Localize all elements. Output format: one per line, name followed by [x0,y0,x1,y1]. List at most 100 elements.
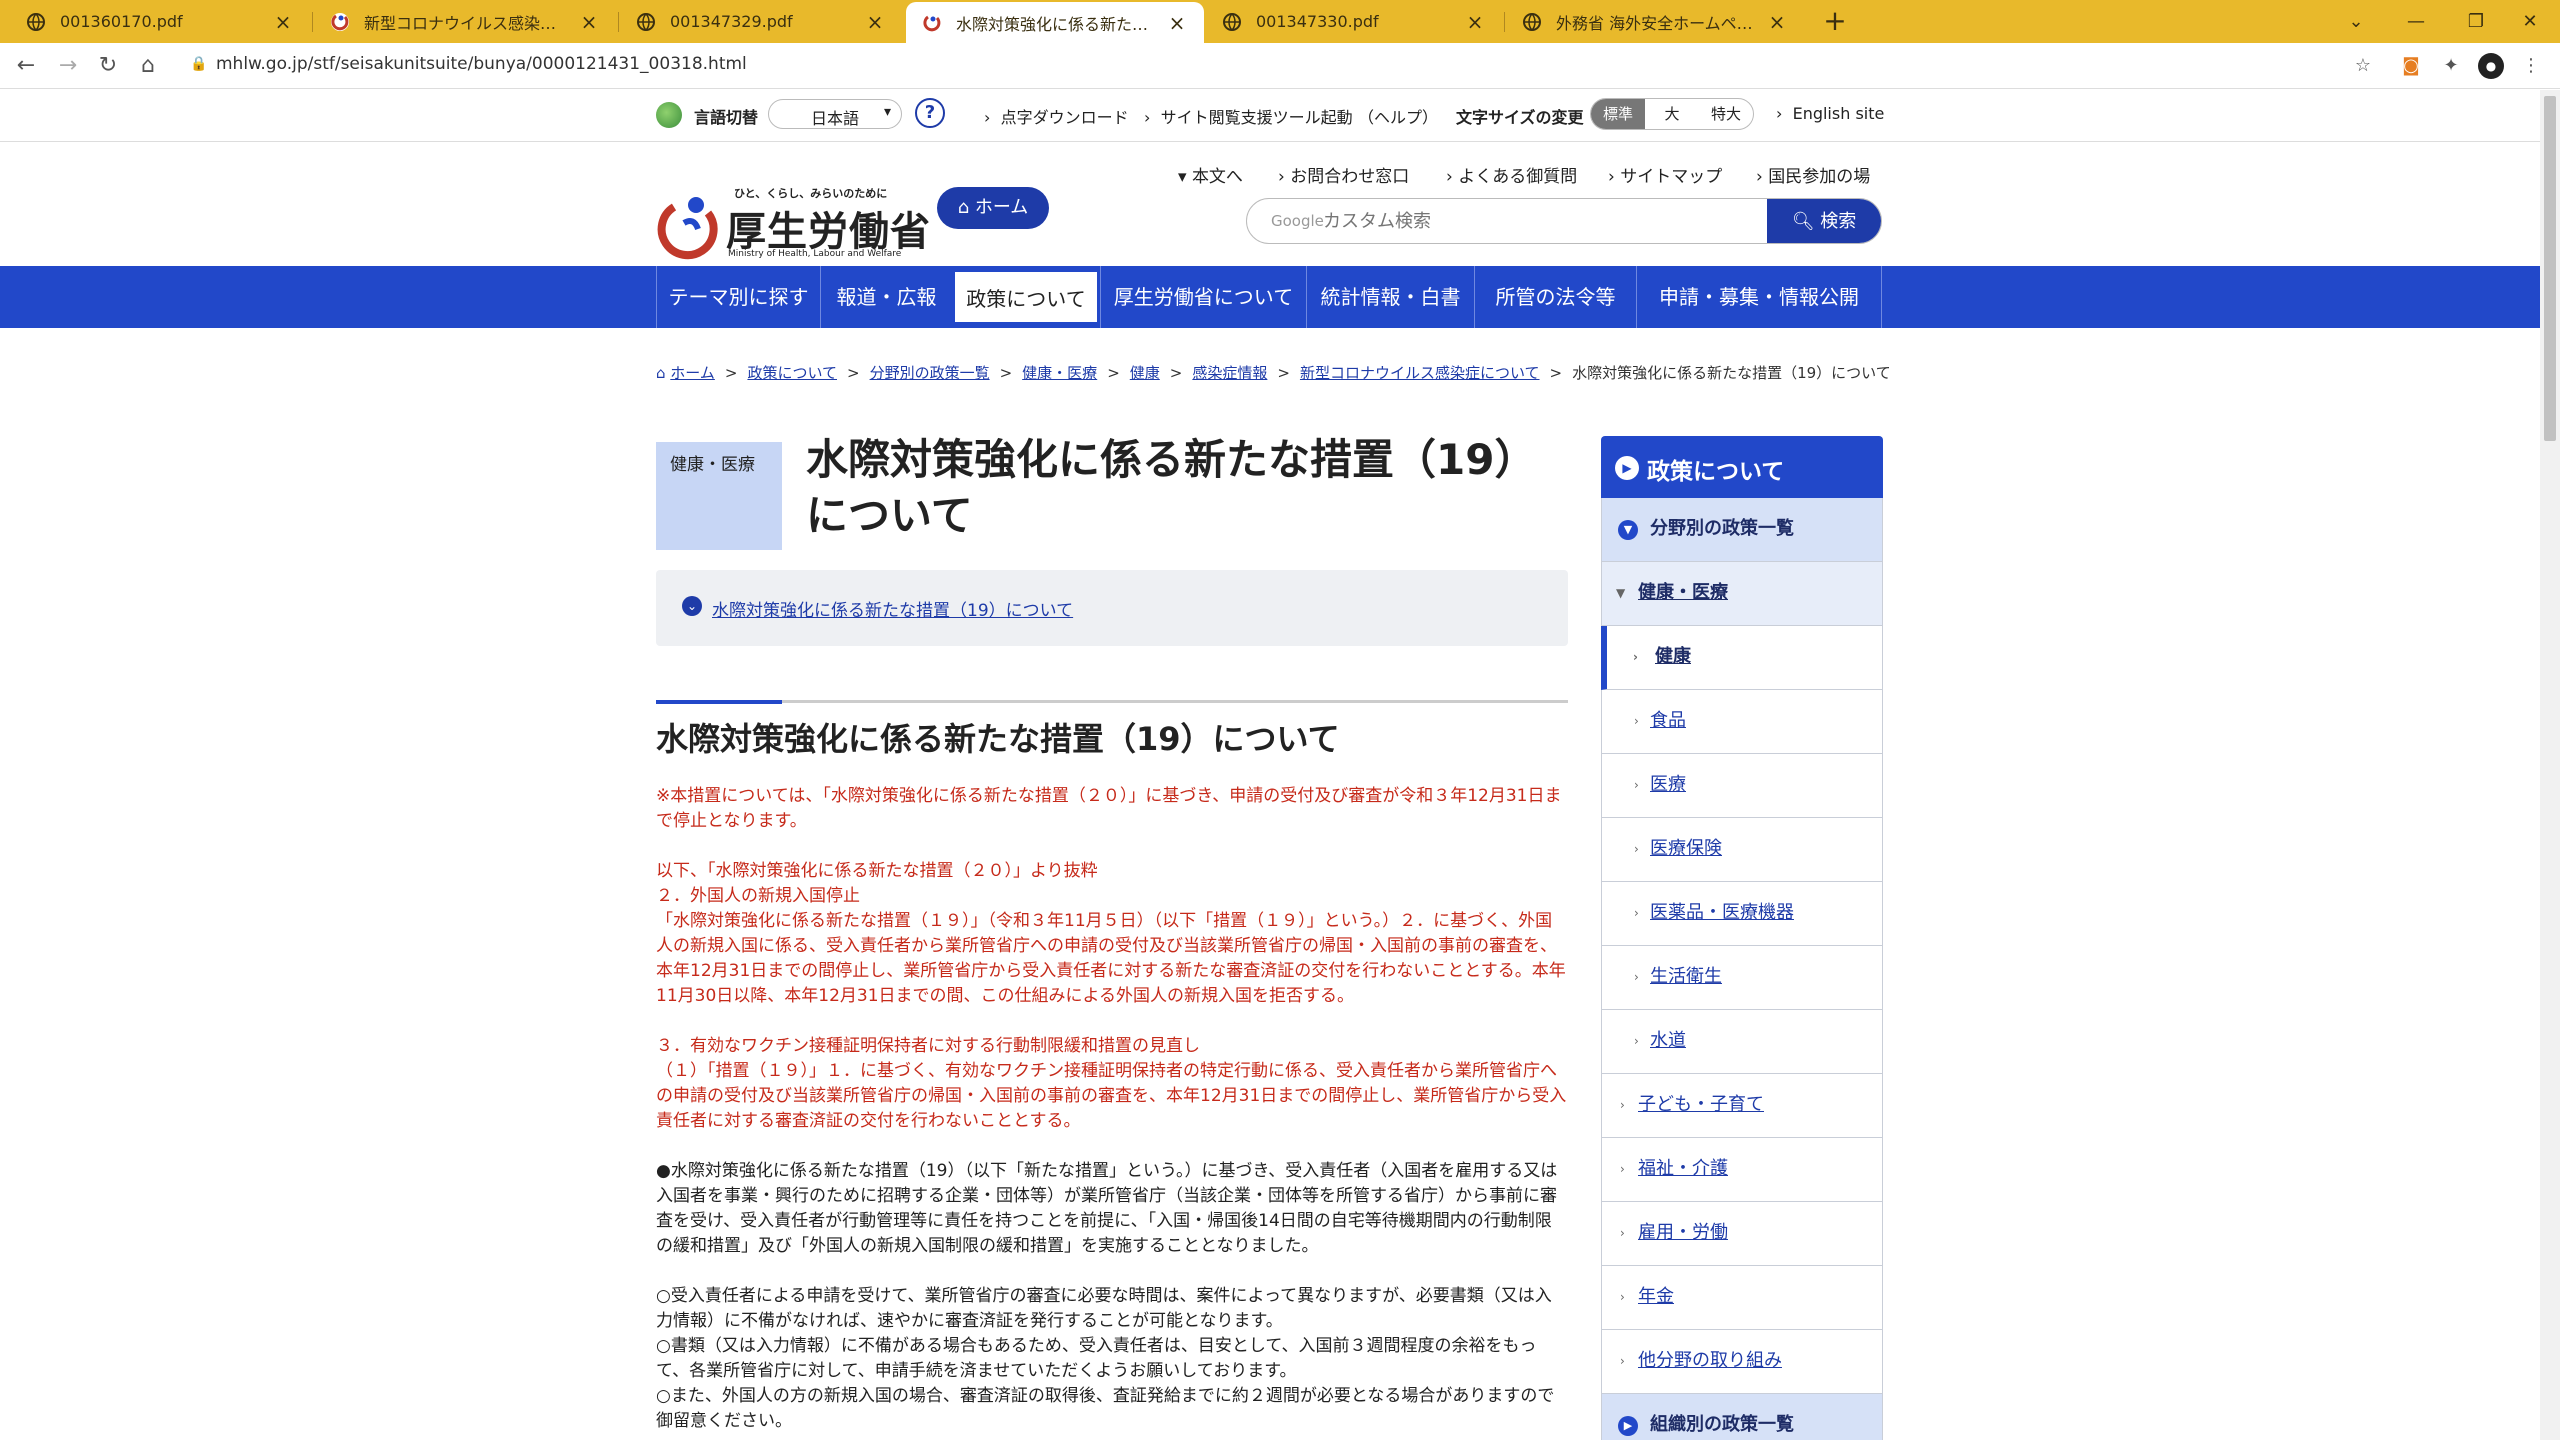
close-window-icon[interactable]: ✕ [2500,0,2560,43]
close-icon[interactable]: × [1166,11,1188,35]
close-icon[interactable]: × [1464,10,1486,34]
gnav-laws[interactable]: 所管の法令等 [1474,266,1636,328]
search-button[interactable]: 🔍︎ 検索 [1767,199,1881,243]
breadcrumb-covid[interactable]: 新型コロナウイルス感染症について [1300,364,1540,382]
red-excerpt-text: （１）「措置（１９）」１．に基づく、有効なワクチン接種証明保持者の特定行動に係る… [656,1061,1567,1131]
extensions-icon[interactable]: ✦ [2438,53,2464,79]
breadcrumb-field-list[interactable]: 分野別の政策一覧 [870,364,990,382]
language-select[interactable]: 日本語 [768,99,902,129]
tab-search-chevron-icon[interactable]: ⌄ [2326,0,2386,43]
reading-tool-label: サイト閲覧支援ツール起動 [1160,108,1353,127]
side-item-food[interactable]: › 食品 [1601,690,1883,754]
close-icon[interactable]: × [272,10,294,34]
font-size-xlarge[interactable]: 特大 [1699,99,1753,129]
side-item-employment[interactable]: › 雇用・労働 [1601,1202,1883,1266]
chevron-right-icon: › [1634,842,1639,856]
close-icon[interactable]: × [864,10,886,34]
util-link-main[interactable]: ▾ 本文へ [1178,162,1243,187]
home-button-label: ホーム [974,197,1029,218]
util-link-sitemap[interactable]: › サイトマップ [1608,162,1722,187]
bookmark-star-icon[interactable]: ☆ [2350,53,2376,79]
reading-tool-link[interactable]: › サイト閲覧支援ツール起動 [1144,104,1353,128]
table-of-contents: ⌄ 水際対策強化に係る新たな措置（19）について [656,570,1568,646]
new-tab-icon[interactable]: + [1818,4,1852,38]
browser-tab[interactable]: 外務省 海外安全ホームページ × [1506,0,1804,43]
util-link-contact[interactable]: › お問合わせ窓口 [1278,162,1409,187]
breadcrumb-health[interactable]: 健康 [1130,364,1160,382]
help-question-icon[interactable]: ? [915,98,945,128]
side-item-drugs-devices[interactable]: › 医薬品・医療機器 [1601,882,1883,946]
font-size-standard[interactable]: 標準 [1591,99,1645,129]
side-item-health[interactable]: › 健康 [1601,626,1883,690]
gnav-applications[interactable]: 申請・募集・情報公開 [1636,266,1882,328]
side-item-medical[interactable]: › 医療 [1601,754,1883,818]
forward-icon[interactable]: → [54,52,82,80]
avatar[interactable]: ● [2478,53,2504,79]
mhlw-logo[interactable]: ひと、くらし、みらいのために 厚生労働省 Ministry of Health,… [656,185,930,265]
arrow-right-circle-icon: ▶ [1618,1416,1638,1436]
breadcrumb-home[interactable]: ホーム [670,364,715,382]
side-item-label: 医薬品・医療機器 [1650,902,1794,923]
breadcrumb: ⌂ ホーム > 政策について > 分野別の政策一覧 > 健康・医療 > 健康 > 感染症情報 > 新型コ… [656,364,1891,382]
home-icon[interactable]: ⌂ [134,52,162,80]
util-link-label: サイトマップ [1620,167,1723,187]
side-item-org-list[interactable]: ▶ 組織別の政策一覧 [1601,1394,1883,1440]
gnav-theme[interactable]: テーマ別に探す [656,266,820,328]
side-item-label: 健康 [1655,646,1691,667]
rss-icon[interactable]: ◙ [2398,53,2424,79]
util-link-label: お問合わせ窓口 [1290,167,1410,187]
gnav-press[interactable]: 報道・広報 [820,266,952,328]
side-item-pension[interactable]: › 年金 [1601,1266,1883,1330]
braille-download-link[interactable]: › 点字ダウンロード [984,104,1129,128]
reload-icon[interactable]: ↻ [94,52,122,80]
search-input[interactable] [1323,207,1743,235]
breadcrumb-policy[interactable]: 政策について [747,364,837,382]
gnav-about[interactable]: 厚生労働省について [1100,266,1306,328]
side-item-sanitation[interactable]: › 生活衛生 [1601,946,1883,1010]
home-icon: ⌂ [656,364,671,382]
side-item-other[interactable]: › 他分野の取り組み [1601,1330,1883,1394]
gnav-policy[interactable]: 政策について [953,270,1099,324]
globe-icon [26,12,46,32]
side-nav-heading[interactable]: ▶ 政策について [1601,436,1883,498]
scrollbar-thumb[interactable] [2544,96,2556,441]
chevron-right-icon: › [1620,1354,1625,1368]
util-link-faq[interactable]: › よくある御質問 [1446,162,1577,187]
util-link-participation[interactable]: › 国民参加の場 [1756,162,1870,187]
browser-tab[interactable]: 001347329.pdf × [620,0,902,43]
url-field[interactable]: mhlw.go.jp/stf/seisakunitsuite/bunya/000… [216,54,747,74]
back-icon[interactable]: ← [12,52,40,80]
side-item-health-medical[interactable]: ▼ 健康・医療 [1601,562,1883,626]
browser-tab[interactable]: 新型コロナウイルス感染症の拡大防止 × [314,0,616,43]
tab-title: 001347329.pdf [670,12,793,31]
side-item-children[interactable]: › 子ども・子育て [1601,1074,1883,1138]
side-item-water[interactable]: › 水道 [1601,1010,1883,1074]
side-item-insurance[interactable]: › 医療保険 [1601,818,1883,882]
browser-tab-active[interactable]: 水際対策強化に係る新たな措置（ × [906,2,1204,43]
close-icon[interactable]: × [578,10,600,34]
side-item-label: 他分野の取り組み [1638,1350,1782,1371]
menu-kebab-icon[interactable]: ⋮ [2518,53,2544,79]
side-item-field-list[interactable]: ▼ 分野別の政策一覧 [1601,498,1883,562]
side-item-label: 医療 [1650,774,1686,795]
breadcrumb-health-medical[interactable]: 健康・医療 [1022,364,1097,382]
red-excerpt-heading: ２．外国人の新規入国停止 [656,886,860,906]
english-site-link[interactable]: › English site [1776,104,1884,123]
toc-link[interactable]: 水際対策強化に係る新たな措置（19）について [712,596,1073,621]
search-icon: 🔍︎ [1791,211,1821,232]
section-divider [656,700,1568,704]
body-paragraph: ○受入責任者による申請を受けて、業所管省庁の審査に必要な時間は、案件によって異な… [656,1286,1552,1331]
breadcrumb-current: 水際対策強化に係る新たな措置（19）について [1572,364,1891,382]
breadcrumb-infection[interactable]: 感染症情報 [1192,364,1267,382]
browser-tab[interactable]: 001347330.pdf × [1206,0,1502,43]
restore-icon[interactable]: ❐ [2446,0,2506,43]
side-item-welfare[interactable]: › 福祉・介護 [1601,1138,1883,1202]
browser-tab[interactable]: 001360170.pdf × [10,0,310,43]
lock-icon[interactable]: 🔒 [190,56,207,72]
gnav-stats[interactable]: 統計情報・白書 [1306,266,1474,328]
minimize-icon[interactable]: — [2386,0,2446,43]
help-link[interactable]: （ヘルプ） [1358,104,1438,128]
font-size-large[interactable]: 大 [1645,99,1699,129]
close-icon[interactable]: × [1766,10,1788,34]
home-button[interactable]: ⌂ ホーム [937,187,1049,229]
